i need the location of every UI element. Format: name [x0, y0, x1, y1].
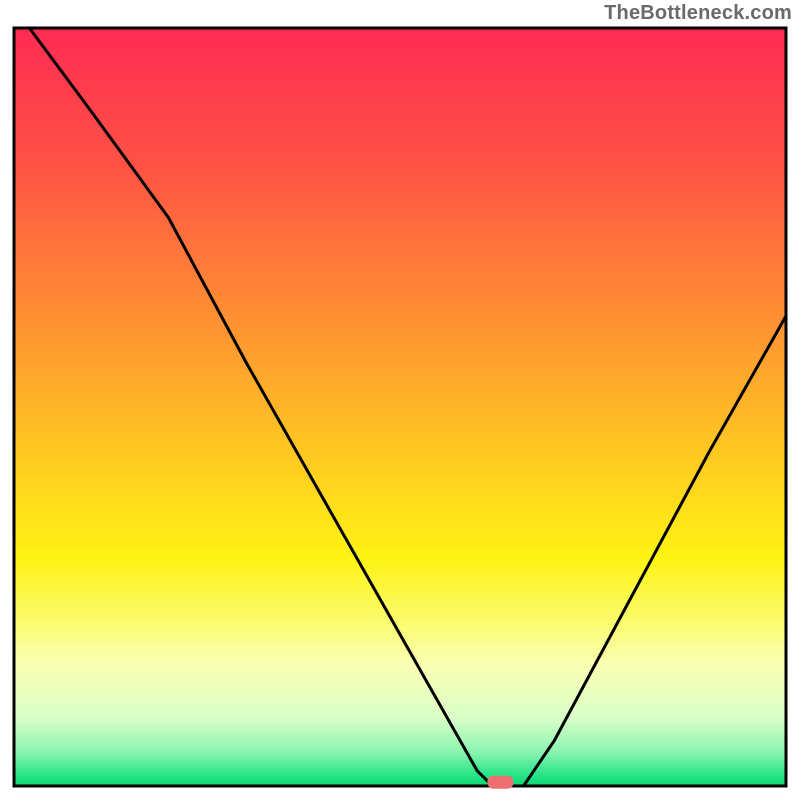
chart-svg: [0, 0, 800, 800]
chart-container: TheBottleneck.com: [0, 0, 800, 800]
minimum-marker: [487, 776, 513, 789]
plot-background: [14, 28, 786, 786]
watermark-label: TheBottleneck.com: [604, 2, 792, 25]
